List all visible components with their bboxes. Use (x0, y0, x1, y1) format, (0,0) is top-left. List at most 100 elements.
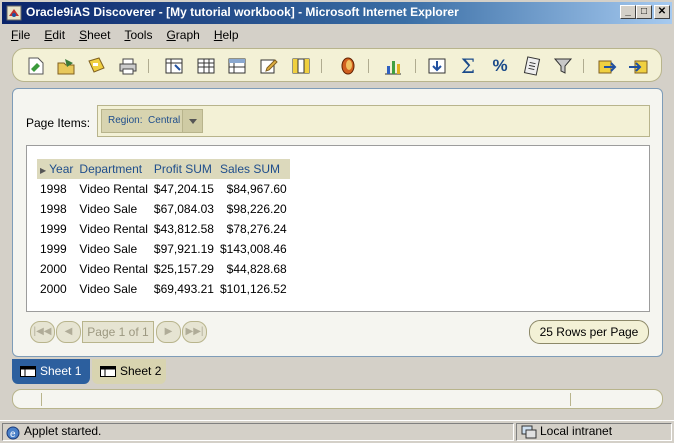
cell-year: 1998 (40, 202, 67, 216)
status-divider (570, 393, 571, 406)
table-row: 2000 Video Sale $69,493.21 $101,126.52 (37, 279, 290, 299)
table-layout-icon[interactable] (163, 55, 185, 77)
column-header-department[interactable]: Department (76, 159, 151, 179)
cell-profit-sum: $47,204.15 (153, 182, 214, 196)
toolbar-separator (368, 59, 369, 73)
cell-year: 1999 (40, 242, 67, 256)
region-label: Region: (108, 115, 143, 126)
page-items-area: Region: Central (97, 105, 650, 137)
rows-per-page-button[interactable]: 25 Rows per Page (529, 320, 649, 344)
window-title: Oracle9iAS Discoverer - [My tutorial wor… (26, 5, 459, 19)
column-header-profit-sum[interactable]: Profit SUM (150, 159, 217, 179)
status-divider (41, 393, 42, 406)
page-detail-icon[interactable] (226, 55, 248, 77)
cell-department: Video Sale (79, 242, 138, 256)
percent-icon[interactable]: % (489, 55, 511, 77)
page-items-label: Page Items: (26, 116, 91, 130)
cell-sales-sum: $78,276.24 (226, 222, 287, 236)
table-row: 1998 Video Sale $67,084.03 $98,226.20 (37, 199, 290, 219)
cell-sales-sum: $143,008.46 (219, 242, 287, 256)
page-indicator: Page 1 of 1 (82, 321, 154, 343)
cell-year: 1998 (40, 182, 67, 196)
calculation-icon[interactable] (521, 55, 543, 77)
tab-sheet-1[interactable]: Sheet 1 (12, 359, 90, 384)
toolbar-separator (415, 59, 416, 73)
sum-icon[interactable]: Σ (457, 55, 479, 77)
tab-sheet-2[interactable]: Sheet 2 (92, 359, 166, 384)
toolbar-separator (321, 59, 322, 73)
oracle-icon[interactable] (337, 55, 359, 77)
table-row: 1999 Video Rental $43,812.58 $78,276.24 (37, 219, 290, 239)
save-icon[interactable] (85, 55, 107, 77)
tab-sheet-2-label: Sheet 2 (120, 364, 162, 378)
sheet-icon (20, 366, 36, 377)
cell-year: 2000 (40, 282, 67, 296)
menu-help[interactable]: Help (207, 26, 246, 46)
column-header-sales-sum[interactable]: Sales SUM (216, 159, 290, 179)
cell-department: Video Rental (79, 262, 148, 276)
column-header-year[interactable]: ▶ Year (37, 159, 77, 179)
menu-file[interactable]: File (4, 26, 37, 46)
filter-icon[interactable] (552, 55, 574, 77)
next-page-button[interactable]: ▶ (156, 321, 181, 343)
toolbar-separator (148, 59, 149, 73)
intranet-zone-icon (521, 425, 537, 439)
region-value: Central (148, 115, 181, 126)
region-dropdown[interactable] (182, 110, 202, 132)
cell-sales-sum: $101,126.52 (219, 282, 287, 296)
print-icon[interactable] (117, 55, 139, 77)
toolbar-separator (583, 59, 584, 73)
crosstab-icon[interactable] (195, 55, 217, 77)
table-row: 1999 Video Sale $97,921.19 $143,008.46 (37, 239, 290, 259)
cell-sales-sum: $84,967.60 (226, 182, 287, 196)
table-row: 1998 Video Rental $47,204.15 $84,967.60 (37, 179, 290, 199)
columns-icon[interactable] (290, 55, 312, 77)
sort-arrow-icon: ▶ (40, 166, 47, 175)
maximize-button[interactable]: □ (636, 5, 652, 19)
cell-department: Video Rental (79, 222, 148, 236)
cell-sales-sum: $44,828.68 (226, 262, 287, 276)
table-row: 2000 Video Rental $25,157.29 $44,828.68 (37, 259, 290, 279)
cell-year: 1999 (40, 222, 67, 236)
cell-profit-sum: $67,084.03 (153, 202, 214, 216)
status-message: Applet started. (24, 424, 102, 438)
edit-sheet-icon[interactable] (258, 55, 280, 77)
applet-status-strip (12, 389, 663, 409)
import-icon[interactable] (627, 55, 649, 77)
svg-text:e: e (10, 429, 16, 440)
export-icon[interactable] (596, 55, 618, 77)
ie-icon (6, 5, 22, 21)
ie-page-icon: e (6, 426, 20, 440)
open-workbook-icon[interactable] (55, 55, 77, 77)
cell-department: Video Rental (79, 182, 148, 196)
close-button[interactable]: ✕ (654, 5, 670, 19)
tab-sheet-1-label: Sheet 1 (40, 364, 82, 378)
table-header-row: ▶ Year Department Profit SUM Sales SUM (37, 159, 290, 179)
cell-profit-sum: $69,493.21 (153, 282, 214, 296)
status-zone: Local intranet (540, 424, 613, 438)
cell-sales-sum: $98,226.20 (226, 202, 287, 216)
chevron-down-icon (189, 119, 197, 124)
toolbar: Σ % (12, 48, 662, 82)
region-selector[interactable]: Region: Central (101, 109, 203, 133)
worksheet-panel: Page Items: Region: Central ▶ Year Depart… (12, 88, 663, 357)
cell-department: Video Sale (79, 282, 138, 296)
minimize-button[interactable]: _ (620, 5, 636, 19)
drill-icon[interactable] (426, 55, 448, 77)
menu-bar: File Edit Sheet Tools Graph Help (4, 26, 246, 46)
cell-department: Video Sale (79, 202, 138, 216)
title-bar: Oracle9iAS Discoverer - [My tutorial wor… (0, 0, 674, 24)
graph-icon[interactable] (382, 55, 404, 77)
first-page-button[interactable]: |◀◀ (30, 321, 55, 343)
menu-edit[interactable]: Edit (37, 26, 72, 46)
cell-profit-sum: $25,157.29 (153, 262, 214, 276)
new-workbook-icon[interactable] (25, 55, 47, 77)
data-table: ▶ Year Department Profit SUM Sales SUM 19… (37, 159, 290, 299)
menu-tools[interactable]: Tools (117, 26, 159, 46)
data-grid: ▶ Year Department Profit SUM Sales SUM 19… (26, 145, 650, 312)
menu-graph[interactable]: Graph (159, 26, 206, 46)
cell-profit-sum: $97,921.19 (153, 242, 214, 256)
last-page-button[interactable]: ▶▶| (182, 321, 207, 343)
menu-sheet[interactable]: Sheet (72, 26, 117, 46)
previous-page-button[interactable]: ◀ (56, 321, 81, 343)
